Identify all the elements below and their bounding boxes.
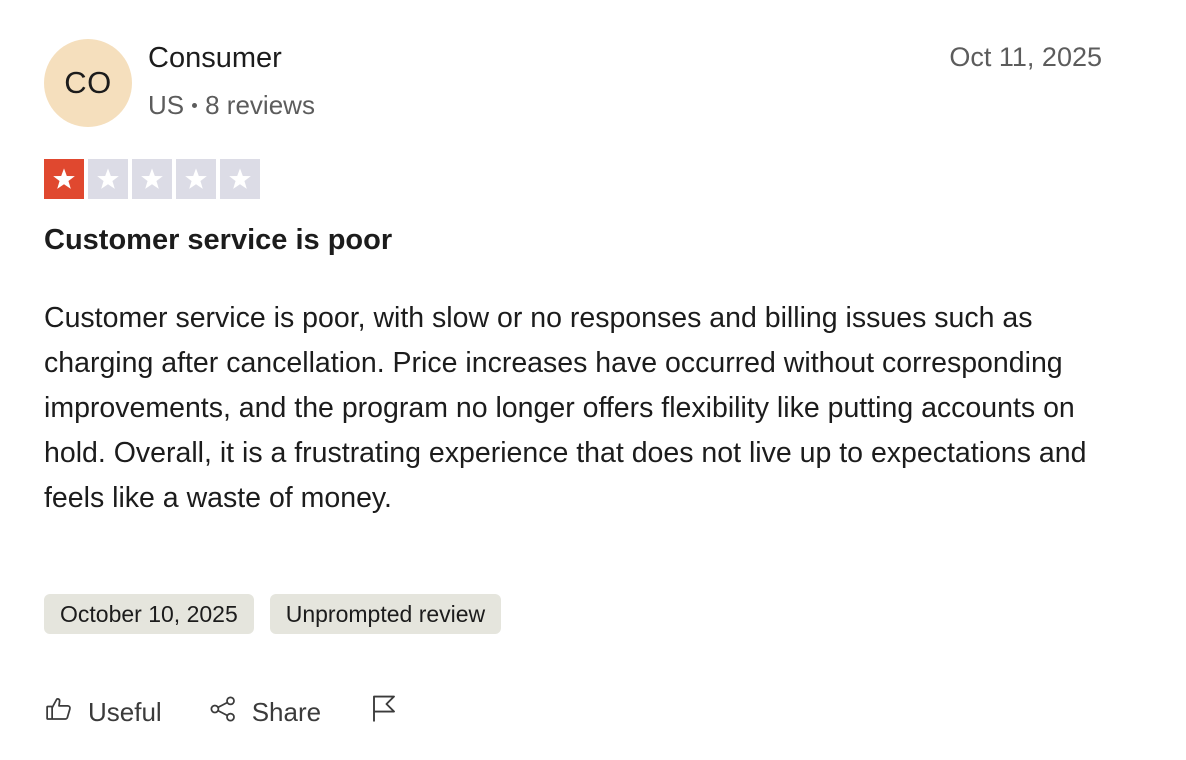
useful-button[interactable]: Useful [44, 694, 162, 731]
star-icon [88, 159, 128, 199]
star-icon [44, 159, 84, 199]
star-rating [44, 159, 260, 199]
unprompted-review-badge[interactable]: Unprompted review [269, 594, 502, 634]
separator-dot [192, 103, 198, 108]
reviewer-meta: US 8 reviews [148, 90, 315, 121]
share-label: Share [251, 697, 322, 727]
reviewer-reviews-count: 8 reviews [205, 90, 315, 120]
reviewer-name[interactable]: Consumer [148, 42, 282, 75]
star-icon [132, 159, 172, 199]
avatar[interactable]: CO [44, 39, 132, 127]
report-button[interactable] [369, 694, 399, 731]
star-icon [220, 159, 260, 199]
review-date: Oct 11, 2025 [949, 42, 1102, 72]
review-chips: October 10, 2025 Unprompted review [44, 594, 502, 634]
star-icon [176, 159, 216, 199]
useful-label: Useful [88, 697, 162, 727]
reviewer-country: US [148, 90, 185, 120]
experience-date-badge: October 10, 2025 [44, 594, 254, 634]
review-card: CO Consumer US 8 reviews Oct 11, 2025 Cu… [0, 0, 1186, 760]
review-title[interactable]: Customer service is poor [44, 224, 392, 257]
share-button[interactable]: Share [208, 694, 321, 731]
thumbs-up-icon [44, 694, 74, 731]
review-body: Customer service is poor, with slow or n… [44, 302, 1087, 514]
flag-icon [369, 694, 399, 731]
share-icon [208, 694, 238, 731]
review-actions: Useful Share [44, 694, 399, 731]
